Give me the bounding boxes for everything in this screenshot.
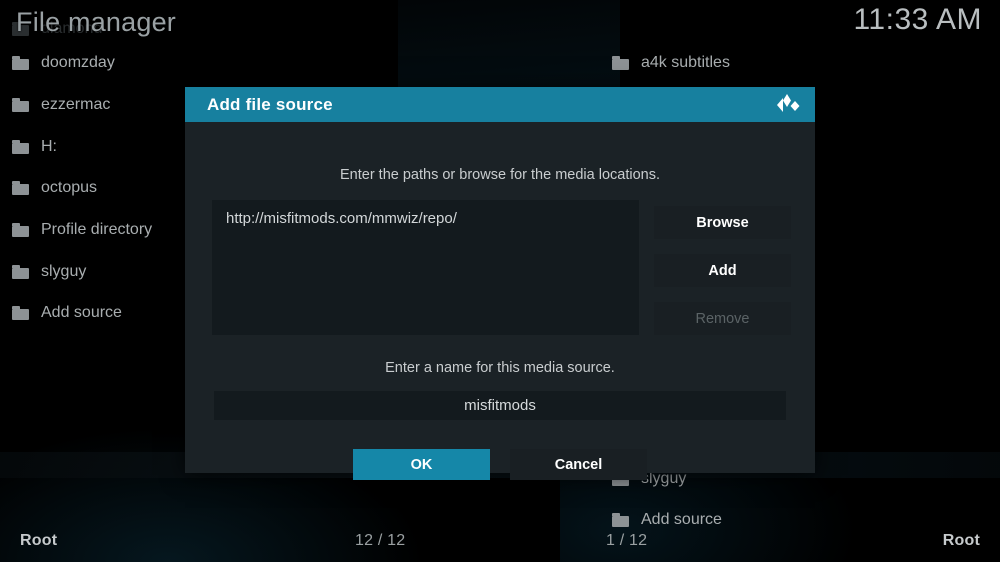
folder-icon <box>12 140 29 154</box>
folder-icon <box>12 181 29 195</box>
list-item[interactable]: a4k subtitles <box>600 42 1000 84</box>
dialog-body: Enter the paths or browse for the media … <box>185 122 815 480</box>
list-item-label: octopus <box>41 179 98 196</box>
folder-icon <box>12 223 29 237</box>
cancel-button[interactable]: Cancel <box>510 449 647 480</box>
name-hint: Enter a name for this media source. <box>385 360 615 376</box>
browse-button-label: Browse <box>696 214 749 231</box>
list-item-label: doomzday <box>41 54 115 71</box>
list-item-label: ezzermac <box>41 96 111 113</box>
list-item-label: a4k subtitles <box>641 54 730 71</box>
clock: 11:33 AM <box>853 3 982 36</box>
ok-button[interactable]: OK <box>353 449 490 480</box>
dialog-title: Add file source <box>207 94 333 114</box>
source-name-value: misfitmods <box>464 397 536 414</box>
right-status-count: 1 / 12 <box>606 532 648 549</box>
list-item-label: Add source <box>641 511 722 528</box>
list-item-label: H: <box>41 138 57 155</box>
add-button-label: Add <box>708 262 737 279</box>
path-value: http://misfitmods.com/mmwiz/repo/ <box>226 210 457 227</box>
list-item[interactable]: doomzday <box>0 42 400 84</box>
page-title: File manager <box>16 7 176 37</box>
folder-icon <box>12 56 29 70</box>
browse-button[interactable]: Browse <box>654 206 791 239</box>
paths-hint: Enter the paths or browse for the media … <box>340 167 660 183</box>
add-button[interactable]: Add <box>654 254 791 287</box>
folder-icon <box>612 56 629 70</box>
remove-button: Remove <box>654 302 791 335</box>
left-status-count: 12 / 12 <box>355 532 406 549</box>
ok-button-label: OK <box>410 456 433 473</box>
folder-icon <box>12 265 29 279</box>
folder-icon <box>12 306 29 320</box>
dialog-header: Add file source <box>185 87 815 122</box>
source-name-input[interactable]: misfitmods <box>214 391 786 420</box>
left-status-path: Root <box>20 532 58 549</box>
kodi-file-manager-screen: diamond doomzday ezzermac H: octopus Pro… <box>0 0 1000 562</box>
remove-button-label: Remove <box>695 310 750 327</box>
list-item-label: Profile directory <box>41 221 153 238</box>
kodi-logo-icon <box>775 93 801 117</box>
list-item-label: Add source <box>41 304 122 321</box>
path-list-input[interactable]: http://misfitmods.com/mmwiz/repo/ <box>212 200 639 335</box>
right-status-path: Root <box>942 532 980 549</box>
list-item-label: slyguy <box>41 263 87 280</box>
folder-icon <box>12 98 29 112</box>
cancel-button-label: Cancel <box>554 456 603 473</box>
list-item[interactable]: Add source <box>600 499 1000 541</box>
folder-icon <box>612 513 629 527</box>
add-file-source-dialog: Add file source Enter the paths or brows… <box>185 87 815 480</box>
